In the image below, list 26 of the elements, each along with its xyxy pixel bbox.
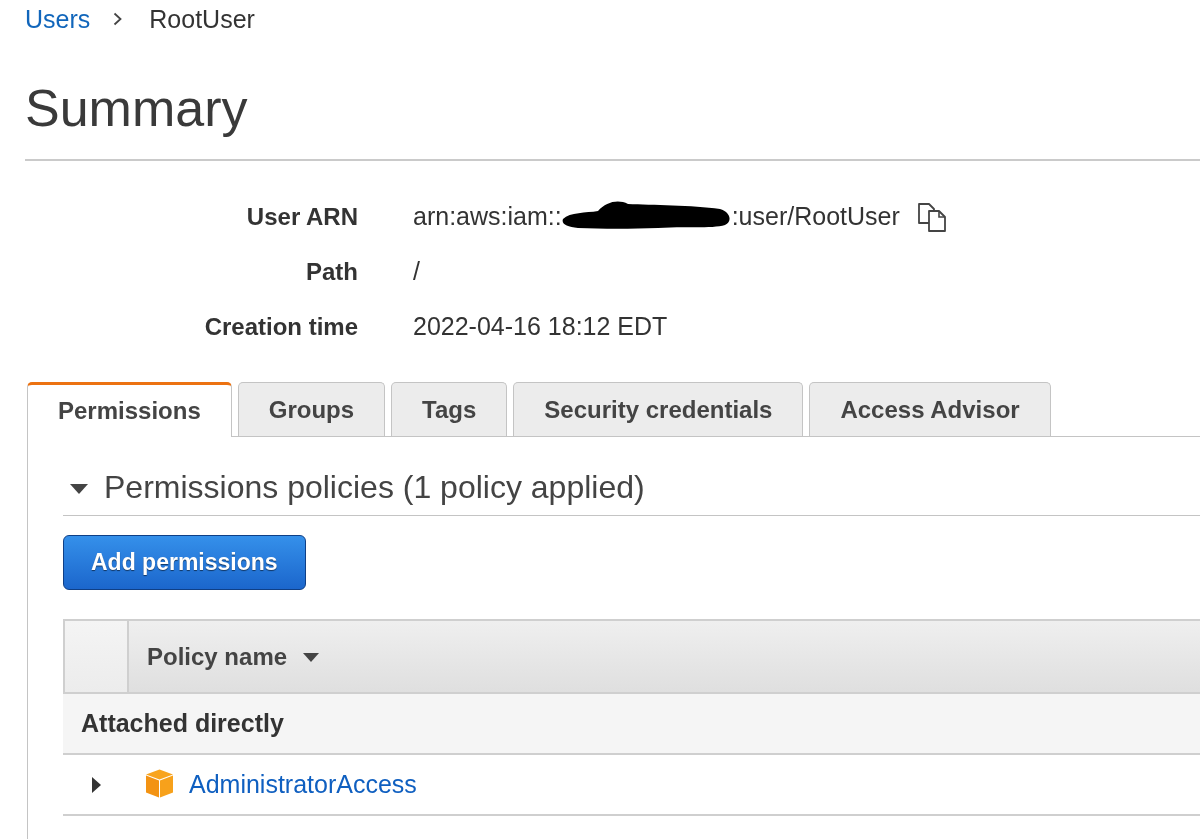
caret-right-icon[interactable]: [92, 776, 101, 793]
chevron-right-icon: [113, 12, 123, 26]
breadcrumb-link[interactable]: Users: [25, 4, 91, 34]
section-title: Permissions policies (1 policy applied): [104, 468, 645, 507]
page-title: Summary: [25, 78, 248, 138]
tab[interactable]: Access Advisor: [809, 382, 1051, 436]
column-header[interactable]: Policy name: [129, 621, 320, 692]
caret-down-icon: [303, 653, 320, 662]
group-label: Attached directly: [81, 709, 284, 738]
tab[interactable]: Permissions: [27, 382, 232, 437]
tab[interactable]: Tags: [391, 382, 508, 436]
tab[interactable]: Security credentials: [513, 382, 804, 436]
detail-label: Path: [306, 257, 358, 286]
detail-label: User ARN: [246, 202, 358, 231]
caret-down-icon[interactable]: [70, 483, 88, 494]
breadcrumb-current: RootUser: [149, 4, 255, 34]
detail-value: 2022-04-16 18:12 EDT: [413, 312, 668, 341]
copy-icon[interactable]: [916, 201, 947, 232]
cube-icon: [145, 769, 174, 798]
tab[interactable]: Groups: [237, 382, 386, 436]
arn-value-start: arn:aws:iam::: [413, 202, 562, 231]
policy-link[interactable]: AdministratorAccess: [189, 770, 417, 799]
detail-value: /: [413, 257, 420, 286]
detail-label: Creation time: [204, 312, 358, 341]
add-permissions-button[interactable]: Add permissions: [63, 535, 306, 590]
arn-value-end: :user/RootUser: [731, 202, 900, 231]
